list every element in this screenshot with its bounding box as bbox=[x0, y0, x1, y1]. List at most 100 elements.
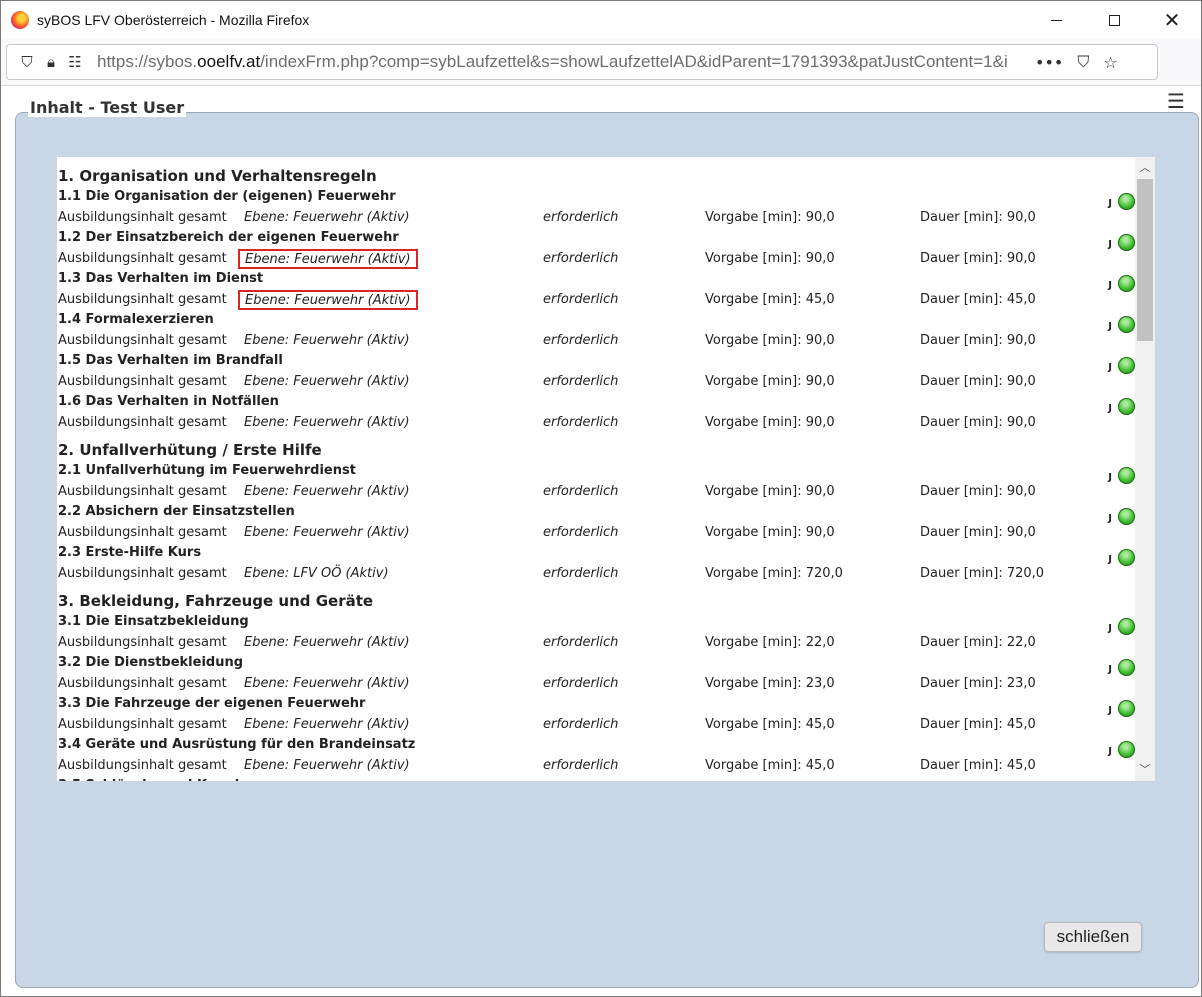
detail-duration-minutes: Dauer [min]: 23,0 bbox=[920, 676, 1036, 691]
pocket-icon[interactable]: ⛉ bbox=[1077, 52, 1089, 72]
topic-row: 3.4 Geräte und Ausrüstung für den Brande… bbox=[57, 735, 1135, 758]
topic-title: 2.1 Unfallverhütung im Feuerwehrdienst bbox=[58, 463, 356, 478]
detail-level: Ebene: Feuerwehr (Aktiv) bbox=[244, 210, 410, 225]
topic-row: 1.5 Das Verhalten im Brandfall J bbox=[57, 351, 1135, 374]
detail-scope: Ausbildungsinhalt gesamt bbox=[58, 635, 227, 650]
detail-required: erforderlich bbox=[543, 374, 619, 389]
detail-level: Ebene: Feuerwehr (Aktiv) bbox=[244, 525, 410, 540]
detail-target-minutes: Vorgabe [min]: 23,0 bbox=[705, 676, 835, 691]
detail-required: erforderlich bbox=[543, 566, 619, 581]
detail-duration-minutes: Dauer [min]: 45,0 bbox=[920, 758, 1036, 773]
detail-duration-minutes: Dauer [min]: 45,0 bbox=[920, 292, 1036, 307]
topic-title: 2.2 Absichern der Einsatzstellen bbox=[58, 504, 295, 519]
topic-title: 3.2 Die Dienstbekleidung bbox=[58, 655, 244, 670]
topic-row: 1.4 Formalexerzieren J bbox=[57, 310, 1135, 333]
status-indicator: J bbox=[1108, 778, 1135, 781]
url-field[interactable]: ⛉ 🔒︎ ☷ https://sybos.ooelfv.at/indexFrm.… bbox=[6, 44, 1158, 80]
detail-level: Ebene: Feuerwehr (Aktiv) bbox=[244, 758, 410, 773]
detail-scope: Ausbildungsinhalt gesamt bbox=[58, 292, 227, 307]
topic-detail-row: Ausbildungsinhalt gesamt Ebene: Feuerwehr… bbox=[57, 522, 1135, 543]
topic-title: 2.3 Erste-Hilfe Kurs bbox=[58, 545, 202, 560]
window-titlebar: syBOS LFV Oberösterreich - Mozilla Firef… bbox=[1, 1, 1201, 39]
permissions-icon[interactable]: ☷ bbox=[63, 53, 87, 71]
detail-scope: Ausbildungsinhalt gesamt bbox=[58, 333, 227, 348]
scroll-down-icon[interactable]: ﹀ bbox=[1135, 761, 1155, 779]
window-title: syBOS LFV Oberösterreich - Mozilla Firef… bbox=[37, 12, 310, 28]
section-title: 3. Bekleidung, Fahrzeuge und Geräte bbox=[58, 592, 374, 610]
minimize-icon bbox=[1050, 19, 1062, 21]
detail-duration-minutes: Dauer [min]: 90,0 bbox=[920, 333, 1036, 348]
detail-scope: Ausbildungsinhalt gesamt bbox=[58, 484, 227, 499]
url-text[interactable]: https://sybos.ooelfv.at/indexFrm.php?com… bbox=[97, 52, 1027, 72]
training-content-list[interactable]: 1. Organisation und Verhaltensregeln 1.1 … bbox=[57, 157, 1155, 781]
topic-title: 3.3 Die Fahrzeuge der eigenen Feuerwehr bbox=[58, 696, 366, 711]
shield-icon[interactable]: ⛉ bbox=[15, 53, 39, 71]
topic-detail-row: Ausbildungsinhalt gesamt Ebene: Feuerwehr… bbox=[57, 371, 1135, 392]
topic-detail-row: Ausbildungsinhalt gesamt Ebene: Feuerwehr… bbox=[57, 632, 1135, 653]
detail-level: Ebene: Feuerwehr (Aktiv) bbox=[244, 676, 410, 691]
maximize-button[interactable] bbox=[1084, 1, 1144, 39]
detail-level: Ebene: LFV OÖ (Aktiv) bbox=[244, 566, 389, 581]
detail-duration-minutes: Dauer [min]: 45,0 bbox=[920, 717, 1036, 732]
detail-level: Ebene: Feuerwehr (Aktiv) bbox=[238, 290, 418, 310]
scrollbar-thumb[interactable] bbox=[1137, 179, 1153, 341]
detail-target-minutes: Vorgabe [min]: 90,0 bbox=[705, 525, 835, 540]
scroll-up-icon[interactable]: ︿ bbox=[1135, 159, 1155, 177]
detail-required: erforderlich bbox=[543, 676, 619, 691]
detail-required: erforderlich bbox=[543, 717, 619, 732]
detail-required: erforderlich bbox=[543, 635, 619, 650]
detail-target-minutes: Vorgabe [min]: 90,0 bbox=[705, 333, 835, 348]
minimize-button[interactable] bbox=[1026, 1, 1086, 39]
close-window-button[interactable]: ✕ bbox=[1142, 1, 1202, 39]
detail-target-minutes: Vorgabe [min]: 90,0 bbox=[705, 415, 835, 430]
firefox-logo-icon bbox=[11, 11, 29, 29]
detail-scope: Ausbildungsinhalt gesamt bbox=[58, 566, 227, 581]
detail-duration-minutes: Dauer [min]: 90,0 bbox=[920, 525, 1036, 540]
detail-scope: Ausbildungsinhalt gesamt bbox=[58, 676, 227, 691]
detail-duration-minutes: Dauer [min]: 90,0 bbox=[920, 374, 1036, 389]
topic-row: 3.1 Die Einsatzbekleidung J bbox=[57, 612, 1135, 635]
detail-level: Ebene: Feuerwehr (Aktiv) bbox=[244, 415, 410, 430]
detail-required: erforderlich bbox=[543, 525, 619, 540]
topic-row: 1.1 Die Organisation der (eigenen) Feuer… bbox=[57, 187, 1135, 210]
topic-title: 3.4 Geräte und Ausrüstung für den Brande… bbox=[58, 737, 416, 752]
fieldset-legend: Inhalt - Test User bbox=[28, 98, 187, 117]
topic-row: 2.2 Absichern der Einsatzstellen J bbox=[57, 502, 1135, 525]
topic-detail-row: Ausbildungsinhalt gesamt Ebene: Feuerwehr… bbox=[57, 330, 1135, 351]
topic-row: 3.2 Die Dienstbekleidung J bbox=[57, 653, 1135, 676]
close-button[interactable]: schließen bbox=[1044, 922, 1142, 952]
topic-detail-row: Ausbildungsinhalt gesamt Ebene: LFV OÖ (A… bbox=[57, 563, 1135, 584]
bookmark-star-icon[interactable]: ☆ bbox=[1103, 53, 1117, 72]
detail-duration-minutes: Dauer [min]: 90,0 bbox=[920, 484, 1036, 499]
detail-duration-minutes: Dauer [min]: 720,0 bbox=[920, 566, 1045, 581]
detail-scope: Ausbildungsinhalt gesamt bbox=[58, 525, 227, 540]
detail-duration-minutes: Dauer [min]: 90,0 bbox=[920, 251, 1036, 266]
topic-row: 3.3 Die Fahrzeuge der eigenen Feuerwehr J bbox=[57, 694, 1135, 717]
detail-required: erforderlich bbox=[543, 210, 619, 225]
url-domain: ooelfv.at bbox=[197, 52, 261, 71]
topic-row: 1.3 Das Verhalten im Dienst J bbox=[57, 269, 1135, 292]
topic-title: 1.4 Formalexerzieren bbox=[58, 312, 214, 327]
detail-level: Ebene: Feuerwehr (Aktiv) bbox=[244, 484, 410, 499]
content-rows: 1. Organisation und Verhaltensregeln 1.1 … bbox=[57, 157, 1135, 781]
detail-duration-minutes: Dauer [min]: 90,0 bbox=[920, 210, 1036, 225]
detail-scope: Ausbildungsinhalt gesamt bbox=[58, 758, 227, 773]
detail-scope: Ausbildungsinhalt gesamt bbox=[58, 210, 227, 225]
topic-detail-row: Ausbildungsinhalt gesamt Ebene: Feuerwehr… bbox=[57, 673, 1135, 694]
detail-target-minutes: Vorgabe [min]: 45,0 bbox=[705, 292, 835, 307]
topic-row: 2.1 Unfallverhütung im Feuerwehrdienst J bbox=[57, 461, 1135, 484]
lock-icon[interactable]: 🔒︎ bbox=[39, 53, 63, 71]
hamburger-menu-icon[interactable]: ☰ bbox=[1167, 89, 1185, 113]
close-icon: ✕ bbox=[1163, 8, 1181, 32]
detail-target-minutes: Vorgabe [min]: 90,0 bbox=[705, 210, 835, 225]
topic-title: 1.2 Der Einsatzbereich der eigenen Feuer… bbox=[58, 230, 399, 245]
vertical-scrollbar[interactable]: ︿ ﹀ bbox=[1135, 157, 1155, 781]
topic-title: 1.3 Das Verhalten im Dienst bbox=[58, 271, 264, 286]
topic-detail-row: Ausbildungsinhalt gesamt Ebene: Feuerwehr… bbox=[57, 412, 1135, 433]
detail-level: Ebene: Feuerwehr (Aktiv) bbox=[244, 635, 410, 650]
page-actions-button[interactable]: ••• bbox=[1035, 53, 1063, 72]
topic-detail-row: Ausbildungsinhalt gesamt Ebene: Feuerwehr… bbox=[57, 481, 1135, 502]
detail-target-minutes: Vorgabe [min]: 45,0 bbox=[705, 758, 835, 773]
topic-row: 2.3 Erste-Hilfe Kurs J bbox=[57, 543, 1135, 566]
detail-target-minutes: Vorgabe [min]: 720,0 bbox=[705, 566, 843, 581]
